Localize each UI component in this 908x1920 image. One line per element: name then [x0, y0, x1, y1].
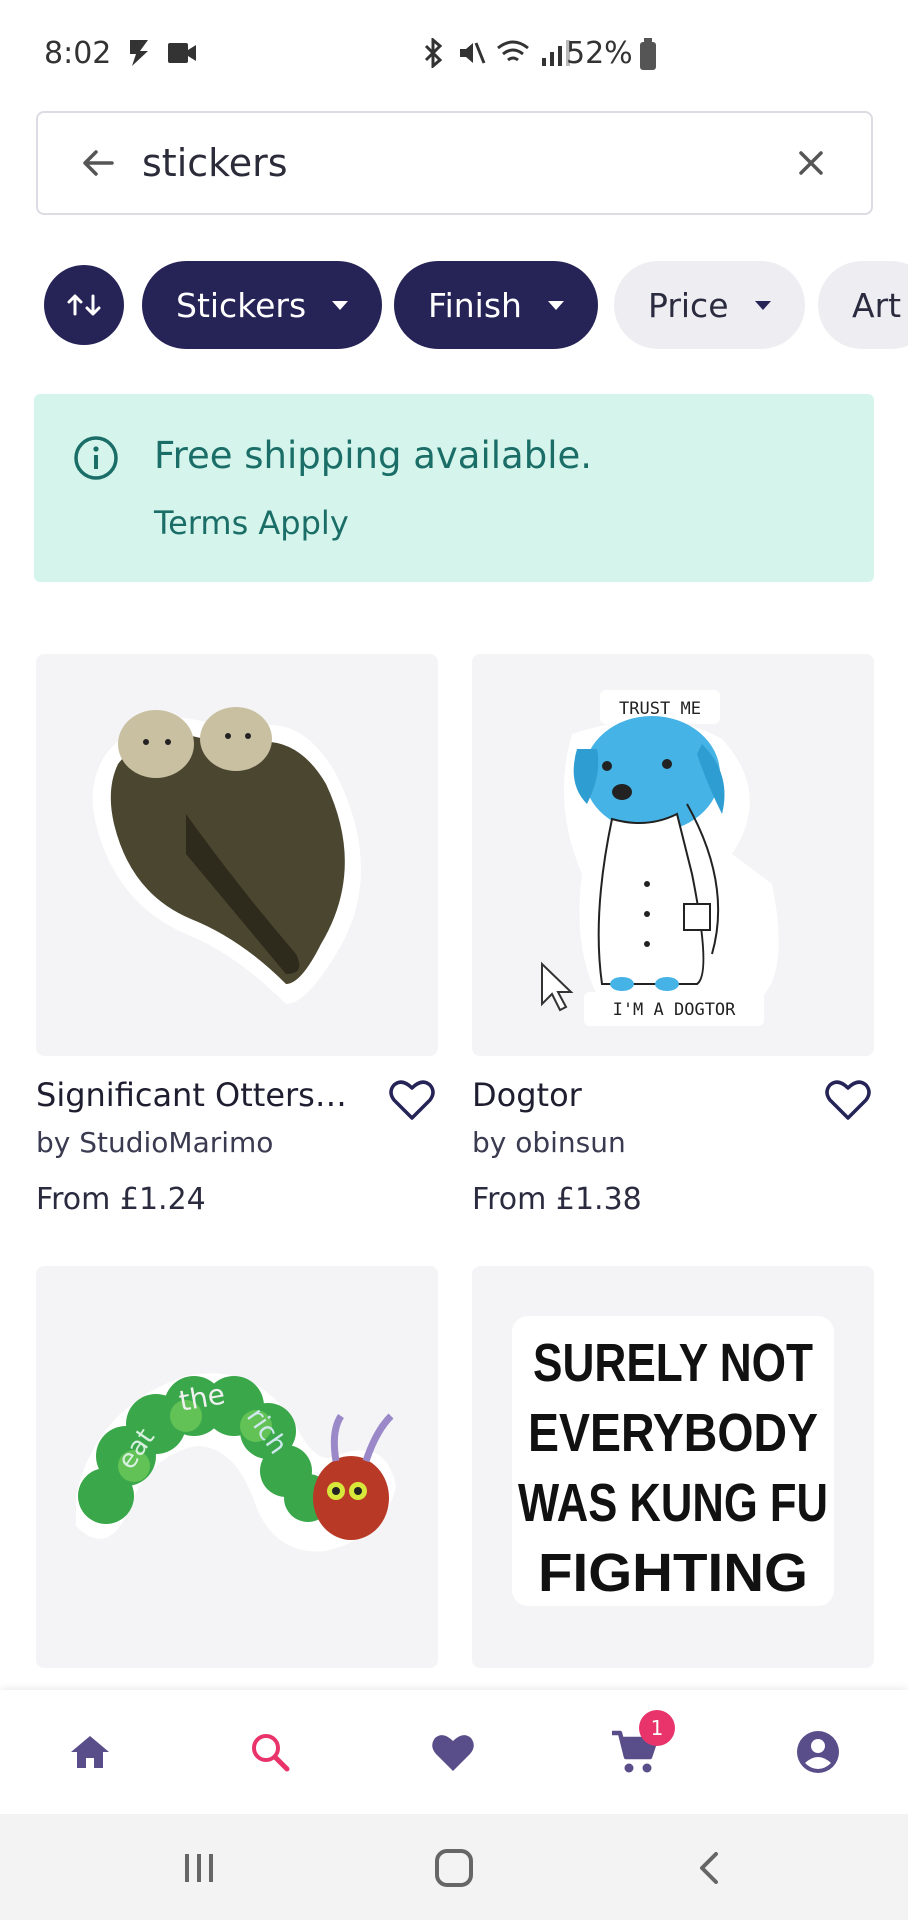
product-title[interactable]: Dogtor	[472, 1076, 792, 1114]
sort-button[interactable]	[44, 265, 124, 345]
home-icon	[71, 1736, 109, 1768]
back-system-button[interactable]	[680, 1838, 740, 1898]
recent-apps-button[interactable]	[169, 1838, 229, 1898]
nav-cart[interactable]: 1	[575, 1690, 695, 1814]
caterpillar-sticker-image: eat the rich	[76, 1373, 396, 1552]
heart-icon	[432, 1735, 474, 1771]
filter-chip-artist[interactable]: Art	[818, 261, 908, 349]
mouse-cursor-icon	[541, 961, 574, 1012]
otters-sticker-image	[92, 707, 361, 1004]
product-image[interactable]: eat the rich	[36, 1266, 438, 1668]
nav-account[interactable]	[758, 1690, 878, 1814]
product-artist[interactable]: by StudioMarimo	[36, 1126, 273, 1159]
info-icon	[74, 436, 118, 480]
filter-chip-price[interactable]: Price	[614, 261, 805, 349]
filter-chip-stickers[interactable]: Stickers	[142, 261, 383, 349]
home-square-icon	[435, 1849, 473, 1887]
dogtor-sticker-image: TRUST ME I'M A DOGTOR	[541, 690, 779, 1026]
account-icon	[797, 1731, 839, 1773]
kungfu-line-1: SURELY NOT	[533, 1333, 813, 1393]
close-icon[interactable]	[789, 141, 833, 185]
filter-chip-label: Art	[852, 285, 902, 325]
heart-outline-icon[interactable]	[822, 1076, 874, 1124]
search-input[interactable]	[142, 135, 702, 191]
caret-down-icon	[332, 300, 349, 310]
filter-chip-label: Price	[648, 285, 729, 325]
recent-apps-icon	[185, 1854, 213, 1882]
dog-bottom-text: I'M A DOGTOR	[613, 1000, 737, 1020]
filter-bar: Stickers Finish Price Art	[44, 261, 908, 351]
back-arrow-icon[interactable]	[76, 141, 120, 185]
battery-icon	[640, 38, 656, 70]
wifi-icon	[497, 40, 529, 62]
chevron-left-icon	[700, 1852, 718, 1884]
kungfu-line-2: EVERYBODY	[528, 1403, 818, 1463]
terms-apply-link[interactable]: Terms Apply	[154, 504, 349, 542]
bluetooth-icon	[424, 38, 443, 68]
bottom-navigation: 1	[0, 1690, 908, 1814]
filter-chip-label: Finish	[428, 285, 522, 325]
filter-chip-finish[interactable]: Finish	[394, 261, 598, 349]
kung-fu-sticker-image: SURELY NOT EVERYBODY WAS KUNG FU FIGHTIN…	[512, 1316, 834, 1606]
kungfu-line-3: WAS KUNG FU	[518, 1473, 828, 1533]
nav-favorites[interactable]	[393, 1690, 513, 1814]
product-image[interactable]: TRUST ME I'M A DOGTOR	[472, 654, 874, 1056]
caret-down-icon	[754, 300, 771, 310]
home-system-button[interactable]	[424, 1838, 484, 1898]
free-shipping-banner: Free shipping available. Terms Apply	[34, 394, 874, 582]
filter-chip-label: Stickers	[176, 285, 307, 325]
nav-home[interactable]	[30, 1690, 150, 1814]
flash-icon	[130, 40, 148, 66]
system-navigation-bar	[0, 1814, 908, 1920]
mute-icon	[460, 42, 486, 64]
product-title[interactable]: Significant Otters - Couple Otters	[36, 1076, 356, 1114]
product-card[interactable]: SURELY NOT EVERYBODY WAS KUNG FU FIGHTIN…	[472, 1266, 874, 1686]
product-price: From £1.38	[472, 1182, 642, 1217]
sort-arrows-icon	[67, 294, 101, 316]
product-card[interactable]: Significant Otters - Couple Otters by St…	[36, 654, 438, 1234]
product-price: From £1.24	[36, 1182, 206, 1217]
search-icon	[252, 1734, 290, 1772]
nav-search[interactable]	[210, 1690, 330, 1814]
kungfu-line-4: FIGHTING	[538, 1543, 808, 1603]
product-image[interactable]	[36, 654, 438, 1056]
status-bar: 8:02 52%	[0, 0, 908, 110]
product-card[interactable]: TRUST ME I'M A DOGTOR Dogtor by obinsun …	[472, 654, 874, 1234]
product-artist[interactable]: by obinsun	[472, 1126, 626, 1159]
caret-down-icon	[547, 300, 564, 310]
search-bar	[36, 111, 873, 215]
heart-outline-icon[interactable]	[386, 1076, 438, 1124]
cart-count-badge: 1	[639, 1710, 675, 1746]
video-camera-icon	[168, 43, 196, 63]
product-image[interactable]: SURELY NOT EVERYBODY WAS KUNG FU FIGHTIN…	[472, 1266, 874, 1668]
dog-top-text: TRUST ME	[619, 699, 701, 719]
battery-text: 52%	[566, 36, 633, 71]
banner-title: Free shipping available.	[154, 434, 593, 477]
status-time: 8:02	[44, 36, 112, 71]
product-card[interactable]: eat the rich	[36, 1266, 438, 1686]
